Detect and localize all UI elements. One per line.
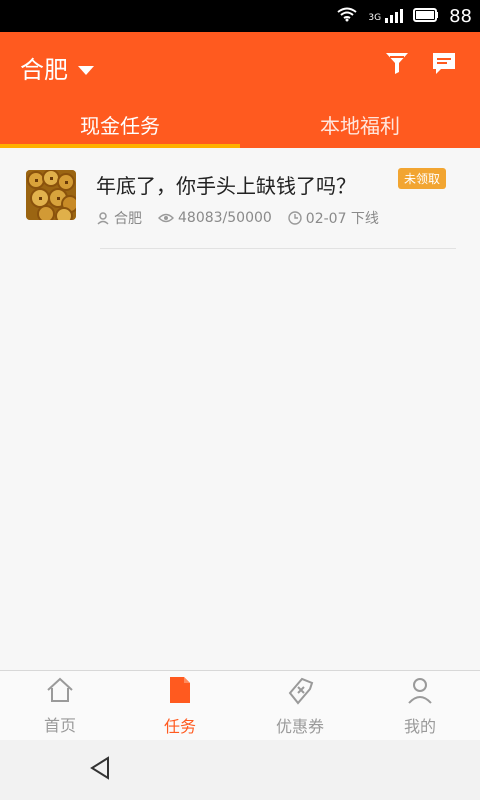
task-list: 年底了，你手头上缺钱了吗？ 未领取 合肥 48083/50000 02-07 下… xyxy=(0,148,480,670)
network-type: 3G xyxy=(368,13,382,23)
tab-label: 本地福利 xyxy=(320,114,400,138)
status-badge: 未领取 xyxy=(398,168,447,189)
wifi-icon xyxy=(336,6,358,26)
city-selector[interactable]: 合肥 xyxy=(20,50,94,85)
user-icon xyxy=(405,675,435,709)
location-meta: 合肥 xyxy=(96,208,142,228)
location-text: 合肥 xyxy=(114,211,142,227)
message-icon[interactable] xyxy=(430,50,458,80)
tab-local-benefits[interactable]: 本地福利 xyxy=(240,104,480,148)
nav-coupons[interactable]: 优惠券 xyxy=(240,671,360,741)
nav-label: 我的 xyxy=(403,717,436,736)
caret-down-icon xyxy=(78,54,94,82)
coupon-icon xyxy=(284,675,316,709)
time-meta: 02-07 下线 xyxy=(288,208,379,228)
top-tabs: 现金任务 本地福利 xyxy=(0,104,480,148)
item-meta: 合肥 48083/50000 02-07 下线 xyxy=(96,208,379,228)
views-meta: 48083/50000 xyxy=(158,210,272,226)
coins-thumbnail-icon xyxy=(26,170,76,220)
system-navigation-bar xyxy=(0,740,480,800)
nav-label: 首页 xyxy=(43,716,76,735)
document-icon xyxy=(167,675,193,709)
status-icons: 3G 88 xyxy=(336,0,472,32)
eye-icon xyxy=(158,212,174,224)
nav-label: 任务 xyxy=(163,717,196,736)
back-button[interactable] xyxy=(82,754,118,786)
nav-home[interactable]: 首页 xyxy=(0,671,120,741)
header-actions xyxy=(384,50,458,80)
item-title: 年底了，你手头上缺钱了吗？ xyxy=(96,174,356,198)
list-item[interactable]: 年底了，你手头上缺钱了吗？ 未领取 合肥 48083/50000 02-07 下… xyxy=(0,148,480,250)
time-text: 02-07 下线 xyxy=(305,211,379,227)
battery-level: 88 xyxy=(449,5,472,27)
clock-icon xyxy=(288,211,302,225)
tab-cash-tasks[interactable]: 现金任务 xyxy=(0,104,240,148)
city-name: 合肥 xyxy=(20,56,68,84)
divider xyxy=(100,248,456,249)
tab-label: 现金任务 xyxy=(80,114,160,138)
nav-profile[interactable]: 我的 xyxy=(360,671,480,741)
location-icon xyxy=(96,211,110,225)
views-text: 48083/50000 xyxy=(178,210,272,226)
nav-tasks[interactable]: 任务 xyxy=(120,671,240,741)
battery-icon xyxy=(413,7,439,26)
home-icon xyxy=(45,676,75,708)
back-triangle-icon xyxy=(86,754,114,786)
filter-icon[interactable] xyxy=(384,50,410,80)
status-bar: 3G 88 xyxy=(0,0,480,32)
bottom-navigation: 首页 任务 优惠券 我的 xyxy=(0,670,480,741)
app-header: 合肥 现金任务 本地福利 xyxy=(0,32,480,148)
nav-label: 优惠券 xyxy=(275,717,324,736)
signal-icon: 3G xyxy=(368,9,404,23)
